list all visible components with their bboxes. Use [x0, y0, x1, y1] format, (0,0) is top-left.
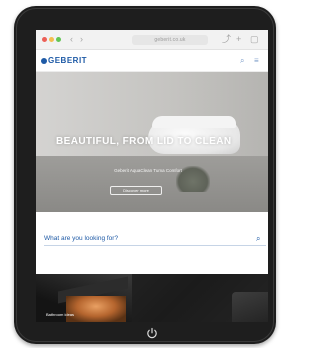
forward-icon[interactable]: › [80, 34, 83, 45]
power-button-icon[interactable] [145, 326, 159, 340]
hero-cta-button[interactable]: Discover more [110, 186, 162, 195]
window-close-dot[interactable] [42, 37, 47, 42]
share-icon[interactable]: ⤴ [222, 34, 231, 45]
new-tab-icon[interactable]: + [236, 34, 241, 45]
teaser-chair-image [232, 292, 268, 322]
search-icon[interactable]: ⌕ [240, 56, 244, 66]
search-section: ⌕ [36, 212, 268, 274]
toilet-seat-image [152, 116, 236, 128]
teaser-image-tile[interactable]: Bathroom ideas [36, 274, 268, 322]
hero-banner[interactable]: BEAUTIFUL, FROM LID TO CLEAN Geberit Aqu… [36, 72, 268, 212]
menu-icon[interactable]: ≡ [254, 56, 259, 66]
back-icon[interactable]: ‹ [70, 34, 73, 45]
hero-floor-background [36, 156, 268, 212]
hero-headline: BEAUTIFUL, FROM LID TO CLEAN [56, 136, 232, 147]
window-minimize-dot[interactable] [49, 37, 54, 42]
teaser-caption: Bathroom ideas [46, 312, 75, 317]
search-submit-icon[interactable]: ⌕ [256, 234, 260, 244]
brand-logo[interactable]: GEBERIT [48, 56, 87, 66]
browser-toolbar: ‹ › geberit.co.uk ⤴ + ▢ [36, 30, 268, 50]
logo-icon[interactable] [41, 58, 47, 64]
tablet-screen: ‹ › geberit.co.uk ⤴ + ▢ GEBERIT ⌕ ≡ BEAU… [36, 30, 268, 322]
window-zoom-dot[interactable] [56, 37, 61, 42]
tabs-icon[interactable]: ▢ [250, 34, 259, 45]
site-header: GEBERIT ⌕ ≡ [36, 50, 268, 72]
search-input[interactable] [44, 232, 266, 246]
address-bar[interactable]: geberit.co.uk [132, 35, 208, 45]
teaser-copper-image [66, 296, 126, 322]
hero-subtext: Geberit AquaClean Tuma Comfort [114, 168, 182, 173]
